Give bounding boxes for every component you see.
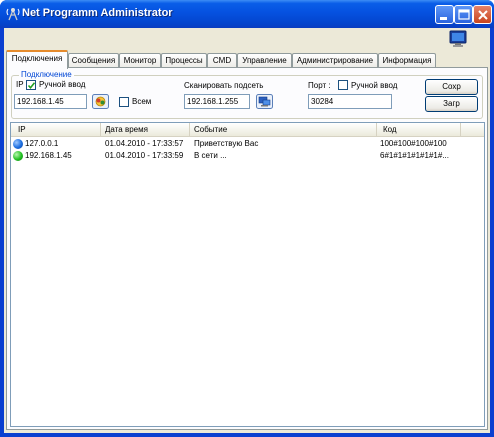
tab-bar: Подключения Сообщения Монитор Процессы C…	[6, 50, 486, 69]
load-button[interactable]: Загр	[425, 96, 478, 112]
table-row[interactable]: 192.168.1.45 01.04.2010 - 17:33:59 В сет…	[11, 150, 484, 162]
manual-ip-label: Ручной ввод	[39, 80, 86, 89]
window-bottom-border	[0, 433, 494, 437]
scan-network-icon[interactable]	[256, 94, 273, 109]
client-area: Подключения Сообщения Монитор Процессы C…	[4, 28, 490, 433]
status-online-icon	[13, 139, 23, 149]
minimize-button[interactable]	[435, 5, 454, 24]
ip-label: IP	[16, 80, 24, 89]
scan-subnet-label: Сканировать подсеть	[184, 81, 264, 90]
antenna-app-icon	[6, 8, 20, 21]
port-label: Порт :	[308, 81, 331, 90]
scan-subnet-input[interactable]: 192.168.1.255	[184, 94, 250, 109]
row-ip: 192.168.1.45	[25, 151, 72, 160]
close-icon	[478, 10, 488, 20]
manual-ip-checkbox[interactable]	[26, 80, 36, 90]
row-event: Приветствую Вас	[194, 139, 259, 148]
all-label: Всем	[132, 97, 152, 106]
column-code[interactable]: Код	[377, 123, 461, 137]
maximize-button[interactable]	[454, 5, 473, 24]
checkmark-icon	[27, 82, 36, 90]
row-ip: 127.0.0.1	[25, 139, 59, 148]
manual-port-checkbox[interactable]	[338, 80, 348, 90]
row-event: В сети ...	[194, 151, 227, 160]
tab-connections[interactable]: Подключения	[6, 50, 68, 69]
connections-table[interactable]: IP Дата время Событие Код 127.0.0.1 01.0…	[10, 122, 485, 427]
table-header: IP Дата время Событие Код	[11, 123, 484, 137]
column-event[interactable]: Событие	[190, 123, 377, 137]
tab-cmd[interactable]: CMD	[207, 53, 237, 68]
tab-monitor[interactable]: Монитор	[119, 53, 161, 68]
column-ip[interactable]: IP	[11, 123, 101, 137]
monitor-icon[interactable]	[449, 30, 467, 48]
row-datetime: 01.04.2010 - 17:33:57	[105, 139, 184, 148]
connection-group: Подключение IP Ручной ввод 192.168.1.45 …	[11, 70, 483, 119]
ip-address-input[interactable]: 192.168.1.45	[14, 94, 87, 109]
tab-control[interactable]: Управление	[237, 53, 292, 68]
column-datetime[interactable]: Дата время	[101, 123, 190, 137]
maximize-icon	[458, 9, 470, 20]
connections-panel: Подключение IP Ручной ввод 192.168.1.45 …	[6, 67, 488, 430]
tab-messages[interactable]: Сообщения	[68, 53, 119, 68]
group-title: Подключение	[19, 70, 74, 79]
row-datetime: 01.04.2010 - 17:33:59	[105, 151, 184, 160]
row-code: 100#100#100#100	[380, 139, 447, 148]
all-checkbox[interactable]	[119, 97, 129, 107]
window-title: Net Programm Administrator	[22, 7, 173, 19]
close-button[interactable]	[473, 5, 492, 24]
table-row[interactable]: 127.0.0.1 01.04.2010 - 17:33:57 Приветст…	[11, 138, 484, 150]
manual-port-label: Ручной ввод	[351, 81, 398, 90]
minimize-icon	[440, 17, 447, 20]
row-code: 6#1#1#1#1#1#1#...	[380, 151, 449, 160]
tab-information[interactable]: Информация	[378, 53, 436, 68]
status-online-icon	[13, 151, 23, 161]
tab-administration[interactable]: Администрирование	[292, 53, 378, 68]
title-bar[interactable]: Net Programm Administrator	[0, 0, 494, 28]
save-button[interactable]: Сохр	[425, 79, 478, 95]
refresh-icon[interactable]	[92, 94, 109, 109]
app-window: Net Programm Administrator Подключения С…	[0, 0, 494, 437]
tab-processes[interactable]: Процессы	[161, 53, 207, 68]
port-input[interactable]: 30284	[308, 94, 392, 109]
